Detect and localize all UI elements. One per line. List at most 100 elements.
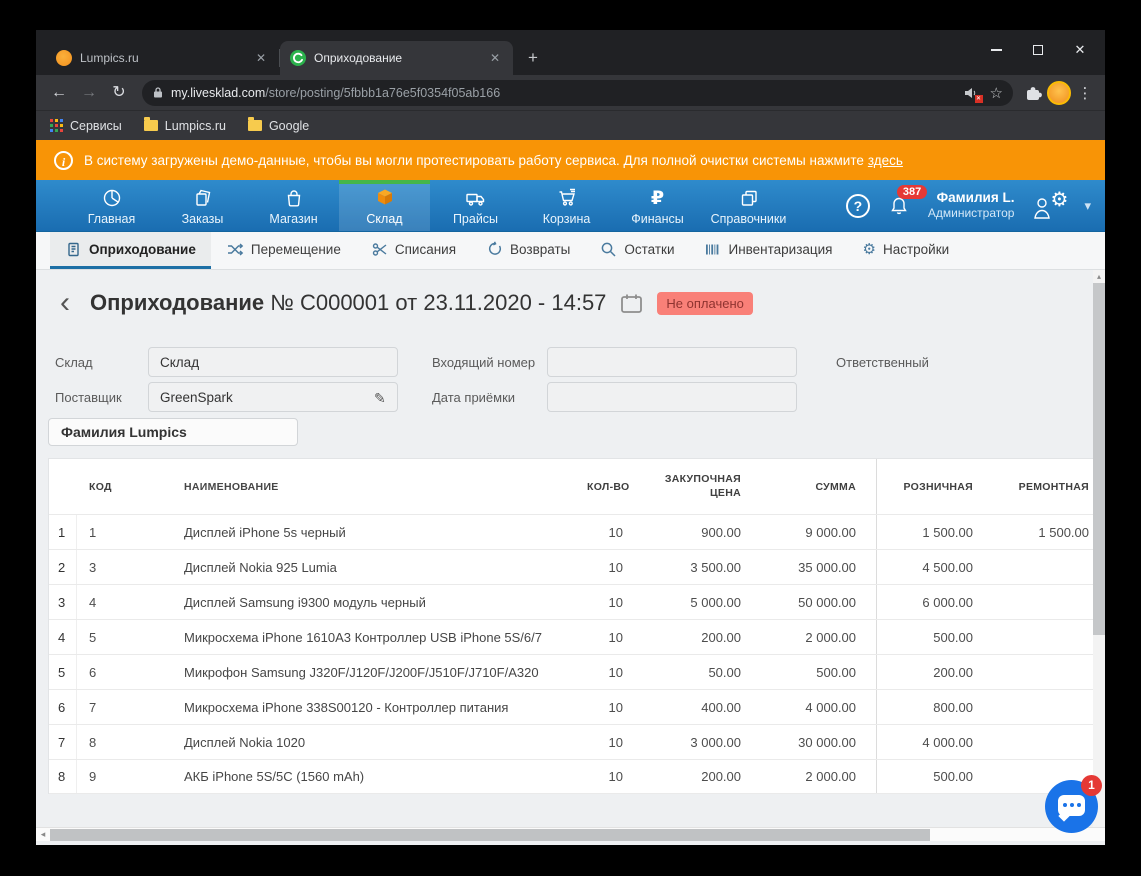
nav-item-references[interactable]: Справочники	[703, 180, 794, 231]
close-button[interactable]: ✕	[1059, 36, 1101, 64]
sum-cell: 2 000.00	[805, 629, 856, 645]
supplier-input[interactable]	[148, 382, 398, 412]
window-controls: ✕	[975, 36, 1101, 64]
subnav-label: Оприходование	[89, 241, 196, 257]
bookmarks-bar: Сервисы Lumpics.ru Google	[36, 110, 1105, 140]
apps-grid-icon	[50, 119, 63, 132]
minimize-icon	[990, 49, 1002, 51]
browser-menu-icon[interactable]: ⋮	[1075, 84, 1095, 102]
acceptance-date-label: Дата приёмки	[432, 390, 516, 405]
nav-item-warehouse[interactable]: Склад	[339, 180, 430, 231]
price-cell: 3 500.00	[690, 559, 741, 575]
maximize-button[interactable]	[1017, 36, 1059, 64]
name-cell: Дисплей iPhone 5s черный	[184, 524, 346, 540]
items-table: КОД НАИМЕНОВАНИЕ КОЛ-ВО ЗАКУПОЧНАЯ ЦЕНА …	[48, 458, 1105, 794]
reload-icon[interactable]: ↻	[106, 80, 132, 106]
name-cell: Микросхема iPhone 338S00120 - Контроллер…	[184, 699, 509, 715]
minimize-button[interactable]	[975, 36, 1017, 64]
tab-strip: Lumpics.ru ✕ Оприходование ✕ + ✕	[36, 30, 1105, 75]
subnav-transfer[interactable]: Перемещение	[211, 232, 356, 269]
table-row[interactable]: 8 9 АКБ iPhone 5S/5C (1560 mAh) 10 200.00 2 0…	[49, 759, 1105, 794]
subnav-stock[interactable]: Остатки	[585, 232, 689, 269]
vertical-scrollbar-thumb[interactable]	[1093, 283, 1105, 635]
name-cell: Дисплей Samsung i9300 модуль черный	[184, 594, 426, 610]
nav-item-main[interactable]: Главная	[66, 180, 157, 231]
code-header: КОД	[89, 480, 112, 493]
nav-label: Корзина	[542, 212, 591, 226]
subnav-posting[interactable]: Оприходование	[50, 232, 211, 269]
sum-cell: 30 000.00	[798, 734, 856, 750]
subnav-writeoffs[interactable]: Списания	[356, 232, 471, 269]
tab-oprihodovanie[interactable]: Оприходование ✕	[280, 41, 513, 75]
subnav-label: Остатки	[624, 241, 675, 257]
forward-icon[interactable]: →	[76, 80, 102, 106]
nav-item-cart[interactable]: Корзина	[521, 180, 612, 231]
nav-item-prices[interactable]: Прайсы	[430, 180, 521, 231]
table-row[interactable]: 1 1 Дисплей iPhone 5s черный 10 900.00 9 000.…	[49, 514, 1105, 549]
supplier-label: Поставщик	[55, 390, 122, 405]
warehouse-input[interactable]	[148, 347, 398, 377]
pencil-icon[interactable]: ✎	[374, 390, 386, 407]
clear-system-link[interactable]: здесь	[868, 153, 903, 168]
tab-muted-icon[interactable]: ✕	[964, 86, 983, 103]
back-chevron-icon[interactable]: ‹	[54, 288, 76, 318]
table-row[interactable]: 5 6 Микрофон Samsung J320F/J120F/J200F/J51…	[49, 654, 1105, 689]
bookmark-folder-google[interactable]: Google	[247, 117, 310, 133]
name-cell: Дисплей Nokia 925 Lumia	[184, 559, 337, 575]
tab-close-icon[interactable]: ✕	[253, 50, 269, 66]
table-row[interactable]: 4 5 Микросхема iPhone 1610A3 Контроллер US…	[49, 619, 1105, 654]
maximize-icon	[1033, 45, 1043, 55]
tab-close-icon[interactable]: ✕	[487, 50, 503, 66]
bookmark-services[interactable]: Сервисы	[50, 119, 122, 133]
nav-item-orders[interactable]: Заказы	[157, 180, 248, 231]
barcode-icon	[706, 244, 719, 254]
bookmark-label: Google	[268, 118, 310, 133]
help-icon[interactable]: ?	[845, 193, 870, 218]
url-bar[interactable]: my.livesklad.com/store/posting/5fbbb1a76…	[142, 79, 1013, 106]
retail-cell: 1 500.00	[876, 515, 985, 549]
employee-tag[interactable]: Фамилия Lumpics	[48, 418, 298, 446]
notifications-bell[interactable]: 387	[888, 185, 928, 217]
nav-item-finance[interactable]: ₽ Финансы	[612, 180, 703, 231]
subnav-inventory[interactable]: Инвентаризация	[689, 232, 847, 269]
row-number-cell: 4	[49, 620, 77, 654]
nav-item-store[interactable]: Магазин	[248, 180, 339, 231]
scroll-left-icon[interactable]: ◂	[36, 828, 50, 841]
table-row[interactable]: 7 8 Дисплей Nokia 1020 10 3 000.00 30 000.00 4…	[49, 724, 1105, 759]
acceptance-date-input[interactable]	[547, 382, 797, 412]
orange-cube-icon	[374, 187, 396, 209]
row-number-cell: 2	[49, 550, 77, 584]
incoming-number-label: Входящий номер	[432, 355, 536, 370]
row-number-cell: 8	[49, 760, 77, 793]
main-navigation: Главная Заказы Магазин Склад Прайсы Корз…	[36, 180, 1105, 232]
profile-avatar[interactable]	[1047, 80, 1071, 105]
calendar-icon[interactable]	[620, 293, 643, 314]
name-cell: Дисплей Nokia 1020	[184, 734, 306, 750]
extensions-puzzle-icon[interactable]	[1023, 83, 1043, 103]
subnav-settings[interactable]: ⚙ Настройки	[848, 232, 965, 269]
livesklad-favicon-icon	[290, 50, 306, 66]
back-icon[interactable]: ←	[46, 80, 72, 106]
table-row[interactable]: 6 7 Микросхема iPhone 338S00120 - Контролл…	[49, 689, 1105, 724]
price-cell: 200.00	[701, 629, 741, 645]
chat-widget-button[interactable]: 1	[1045, 775, 1102, 833]
table-row[interactable]: 3 4 Дисплей Samsung i9300 модуль черный 10 5…	[49, 584, 1105, 619]
profile-settings-icon[interactable]: ⚙	[1032, 189, 1068, 221]
incoming-number-input[interactable]	[547, 347, 797, 377]
qty-cell: 10	[608, 594, 623, 610]
scroll-up-icon[interactable]: ▴	[1093, 270, 1105, 283]
subnav-returns[interactable]: Возвраты	[471, 232, 585, 269]
tab-lumpics[interactable]: Lumpics.ru ✕	[46, 41, 279, 75]
horizontal-scrollbar-thumb[interactable]	[50, 829, 930, 841]
bookmark-folder-lumpics[interactable]: Lumpics.ru	[143, 117, 226, 133]
horizontal-scrollbar[interactable]: ◂	[36, 827, 1105, 841]
lock-icon	[152, 86, 164, 99]
user-block[interactable]: Фамилия L. Администратор	[928, 190, 1015, 222]
new-tab-button[interactable]: +	[519, 44, 547, 72]
bookmark-star-icon[interactable]: ☆	[990, 84, 1003, 102]
table-row[interactable]: 2 3 Дисплей Nokia 925 Lumia 10 3 500.00 35 00…	[49, 549, 1105, 584]
mute-badge-icon: ✕	[974, 94, 983, 103]
browser-window: Lumpics.ru ✕ Оприходование ✕ + ✕ ← → ↻ m…	[36, 30, 1105, 845]
chevron-down-icon[interactable]: ▾	[1084, 198, 1091, 214]
vertical-scrollbar[interactable]: ▴	[1093, 270, 1105, 827]
